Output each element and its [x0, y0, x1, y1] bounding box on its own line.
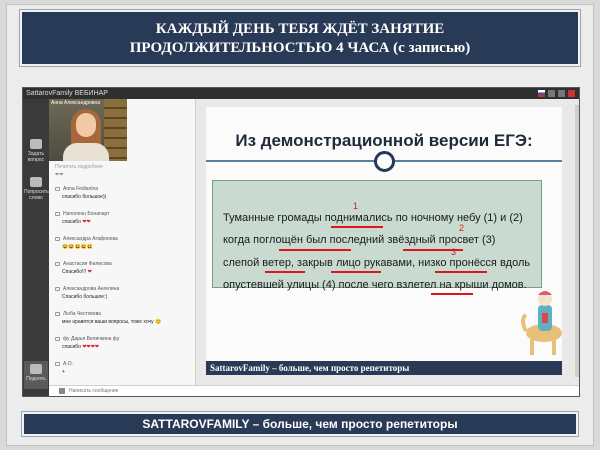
chat-author: Anna Fedianina: [63, 186, 99, 192]
chat-emoji: 😊: [155, 319, 162, 325]
close-button[interactable]: [568, 90, 575, 97]
chat-text: +: [62, 369, 65, 375]
chat-text: спасибо большое)): [62, 194, 107, 200]
exam-text-box: Туманные громады поднимались по ночному …: [212, 180, 542, 295]
raise-hand-button[interactable]: Поднять: [24, 361, 48, 389]
maximize-button[interactable]: [558, 90, 565, 97]
underline-annotation: [279, 249, 351, 251]
ask-question-label: Задать вопрос: [27, 151, 45, 163]
camel-rider-illustration: [521, 291, 562, 355]
hand-icon: [30, 364, 42, 374]
chat-message: Анастасия Филисова Спасибо!!! ❤: [49, 261, 195, 275]
minimize-button[interactable]: [548, 90, 555, 97]
chat-text: Спасибо большое:): [62, 294, 108, 300]
presentation-scrollbar[interactable]: [575, 105, 579, 377]
chat-message: Александра Агафонова 😆😆😆😆😆: [49, 236, 195, 250]
left-toolbar: Задать вопрос Попросить слово Поднять: [23, 99, 49, 396]
underline-annotation: [435, 271, 487, 273]
video-presenter-body: [63, 143, 109, 161]
chat-text: Спасибо!!!: [62, 269, 87, 275]
exam-text-line: когда поглощён был последний звёздный пр…: [223, 234, 496, 246]
chat-message-partial-text: Почитать подробнее: [55, 164, 103, 170]
chat-text: спасибо: [62, 344, 81, 350]
chat-author: Люба Честякова: [63, 311, 101, 317]
chat-message: Почитать подробнее ❤❤: [49, 162, 195, 178]
window-controls: [538, 90, 575, 97]
promo-headline-line2: ПРОДОЛЖИТЕЛЬНОСТЬЮ 4 ЧАСА (с записью): [129, 40, 471, 56]
presenter-video: Анна Александровна: [49, 99, 127, 161]
chat-message-emoji: ❤❤: [55, 172, 64, 178]
slide-title: Из демонстрационной версии ЕГЭ:: [235, 131, 533, 150]
video-presenter-face: [76, 113, 96, 137]
slide-circle-ornament: [374, 151, 395, 172]
chat-bubble-icon: [30, 139, 42, 149]
annotation-number: 2: [459, 223, 465, 233]
presenter-name: Анна Александровна: [51, 100, 101, 106]
webinar-window: SattarovFamily ВЕБИНАР Задать вопрос Поп…: [22, 87, 580, 397]
underline-annotation: [331, 271, 381, 273]
chat-emoji: ❤❤: [82, 219, 91, 225]
chat-message-input[interactable]: [69, 387, 189, 395]
underline-annotation: [331, 226, 383, 228]
annotation-number: 1: [353, 201, 359, 211]
promo-top-banner: КАЖДЫЙ ДЕНЬ ТЕБЯ ЖДЁТ ЗАНЯТИЕ ПРОДОЛЖИТЕ…: [19, 9, 581, 67]
chat-message: фу Дарья Величкина фу спасибо ❤❤❤❤: [49, 336, 195, 350]
chat-message: Anna Fedianina спасибо большое)): [49, 186, 195, 200]
chat-message: Люба Честякова мне нравятся ваши вопросы…: [49, 311, 195, 325]
exam-text-line: опустевшей улицы (4) после чего взлетел …: [223, 279, 527, 291]
attach-icon[interactable]: [59, 388, 65, 394]
raise-hand-label: Поднять: [26, 376, 46, 382]
user-icon: [55, 312, 60, 316]
request-speak-label: Попросить слово: [24, 189, 49, 201]
chat-author: А.О.: [63, 361, 74, 367]
presentation-area: Из демонстрационной версии ЕГЭ: Туманные…: [196, 99, 579, 385]
window-title: SattarovFamily ВЕБИНАР: [26, 90, 108, 97]
promo-bottom-banner: SATTAROVFAMILY – больше, чем просто репе…: [21, 411, 579, 437]
chat-message: Александрова Ангелина Спасибо большое:): [49, 286, 195, 300]
chat-author: фу Дарья Величкина фу: [63, 336, 120, 342]
user-icon: [55, 187, 60, 191]
exam-text-line: слепой ветер, закрыв лицо рукавами, низк…: [223, 257, 531, 269]
chat-input-bar: [49, 385, 579, 396]
user-icon: [55, 287, 60, 291]
user-icon: [55, 237, 60, 241]
user-icon: [55, 212, 60, 216]
presentation-slide: Из демонстрационной версии ЕГЭ: Туманные…: [206, 107, 562, 375]
chat-text: мне нравятся ваши вопросы, тоже хочу: [62, 319, 154, 325]
chat-emoji: ❤: [87, 269, 92, 275]
speaker-icon: [30, 177, 42, 187]
underline-annotation: [403, 249, 463, 251]
chat-emoji: ❤❤❤❤: [82, 344, 100, 350]
user-icon: [55, 262, 60, 266]
underline-annotation: [431, 293, 473, 295]
request-speak-button[interactable]: Попросить слово: [24, 177, 49, 201]
chat-messages: Почитать подробнее ❤❤ Anna Fedianina спа…: [49, 161, 195, 379]
promo-headline-line1: КАЖДЫЙ ДЕНЬ ТЕБЯ ЖДЁТ ЗАНЯТИЕ: [155, 21, 445, 37]
user-icon: [55, 337, 60, 341]
exam-text-line: Туманные громады поднимались по ночному …: [223, 212, 523, 224]
chat-author: Александрова Ангелина: [63, 286, 120, 292]
chat-author: Анастасия Филисова: [63, 261, 112, 267]
slide-bottom-strip: SattarovFamily – больше, чем просто репе…: [206, 361, 562, 375]
chat-text: спасибо: [62, 219, 81, 225]
user-icon: [55, 362, 60, 366]
chat-emoji: 😆😆😆😆😆: [62, 244, 94, 250]
window-titlebar: SattarovFamily ВЕБИНАР: [23, 88, 579, 99]
chat-message: Наполеон Бонапарт спасибо ❤❤: [49, 211, 195, 225]
chat-message: А.О. +: [49, 361, 195, 375]
russian-flag-icon[interactable]: [538, 90, 545, 97]
ask-question-button[interactable]: Задать вопрос: [24, 139, 48, 163]
underline-annotation: [265, 271, 305, 273]
chat-author: Наполеон Бонапарт: [63, 211, 110, 217]
chat-author: Александра Агафонова: [63, 236, 118, 242]
chat-panel: Анна Александровна Почитать подробнее ❤❤…: [49, 99, 196, 396]
